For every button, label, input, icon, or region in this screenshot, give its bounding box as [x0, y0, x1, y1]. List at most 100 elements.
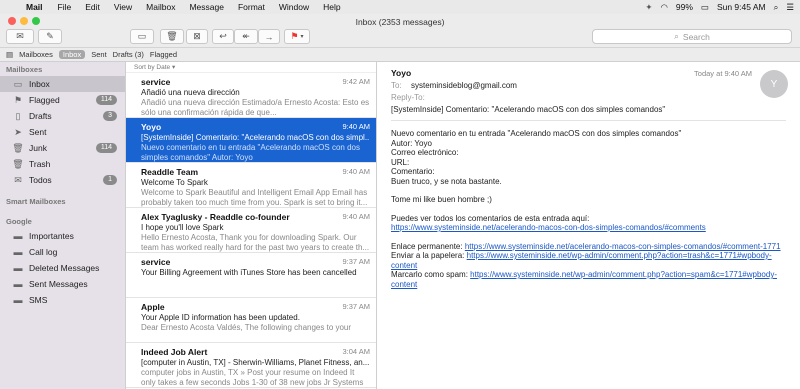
sort-label: Sort by Date	[134, 64, 171, 71]
avatar: Y	[760, 70, 788, 98]
toolbar: Inbox (2353 messages) ✉ ✎ ▭ 🗑 ⊠ ↩ ↞ → ⚑ ▾…	[0, 14, 800, 48]
fav-inbox[interactable]: Inbox	[58, 50, 86, 59]
sidebar-item-todos[interactable]: ✉ Todos 1	[0, 172, 125, 188]
junk-button[interactable]: ⊠	[186, 29, 208, 44]
message-row[interactable]: Apple 9:37 AM Your Apple ID information …	[126, 298, 376, 343]
forward-icon: →	[264, 31, 274, 42]
sidebar-item-deleted-messages[interactable]: ▬ Deleted Messages	[0, 260, 125, 276]
mailboxes-toggle-icon[interactable]: ▤	[6, 50, 13, 59]
sidebar-item-label: Junk	[29, 143, 47, 153]
list-icon[interactable]: ☰	[786, 2, 794, 13]
message-row-selected[interactable]: Yoyo 9:40 AM [SystemInside] Comentario: …	[126, 118, 376, 163]
sidebar-item-inbox[interactable]: ▭ Inbox	[0, 76, 125, 92]
fav-sent[interactable]: Sent	[91, 50, 106, 59]
divider	[391, 120, 786, 121]
comments-link[interactable]: https://www.systeminside.net/acelerando-…	[391, 223, 706, 232]
forward-button[interactable]: →	[258, 29, 280, 44]
message-row[interactable]: Indeed Job Alert 3:04 AM [computer in Au…	[126, 343, 376, 388]
sidebar-item-flagged[interactable]: ⚑ Flagged 114	[0, 92, 125, 108]
sidebar-item-sent[interactable]: ➤ Sent	[0, 124, 125, 140]
body-line: Autor: Yoyo	[391, 138, 432, 148]
message-preview: Dear Ernesto Acosta Valdés, The followin…	[141, 323, 352, 332]
menu-edit[interactable]: Edit	[78, 2, 107, 12]
delete-button[interactable]: 🗑	[160, 29, 184, 44]
battery-icon[interactable]: ▭	[701, 2, 709, 13]
folder-icon: ▬	[13, 295, 23, 305]
google-header[interactable]: Google	[0, 214, 125, 228]
window-title: Inbox (2353 messages)	[355, 17, 445, 27]
body-line: Correo electrónico:	[391, 148, 459, 157]
smart-mailboxes-header[interactable]: Smart Mailboxes	[0, 194, 125, 208]
message-row[interactable]: Alex Tyaglusky - Readdle co-founder 9:40…	[126, 208, 376, 253]
message-time: 3:04 AM	[342, 347, 370, 356]
message-time: 9:40 AM	[342, 122, 370, 131]
message-row[interactable]: service 9:37 AM Your Billing Agreement w…	[126, 253, 376, 298]
message-from: Readdle Team	[141, 167, 199, 177]
sidebar-item-sms[interactable]: ▬ SMS	[0, 292, 125, 308]
sort-by-control[interactable]: Sort by Date ▾	[126, 62, 376, 73]
sidebar-item-sent-messages[interactable]: ▬ Sent Messages	[0, 276, 125, 292]
message-row[interactable]: service 9:42 AM Añadió una nueva direcci…	[126, 73, 376, 118]
menu-format[interactable]: Format	[231, 2, 272, 12]
get-mail-button[interactable]: ✉	[6, 29, 34, 44]
reply-button[interactable]: ↩	[212, 29, 234, 44]
sidebar-item-trash[interactable]: 🗑 Trash	[0, 156, 125, 172]
menu-file[interactable]: File	[51, 2, 79, 12]
menu-mailbox[interactable]: Mailbox	[139, 2, 182, 12]
message-preview: computer jobs in Austin, TX » Post your …	[141, 368, 364, 387]
menu-help[interactable]: Help	[316, 2, 347, 12]
message-row[interactable]: Readdle Team 9:40 AM Welcome To Spark We…	[126, 163, 376, 208]
sidebar-item-label: Call log	[29, 247, 58, 257]
compose-icon: ✎	[46, 31, 54, 41]
sidebar-item-drafts[interactable]: ▯ Drafts 3	[0, 108, 125, 124]
message-subject-header: [SystemInside] Comentario: "Acelerando m…	[391, 105, 666, 114]
sidebar-item-junk[interactable]: 🗑 Junk 114	[0, 140, 125, 156]
compose-button[interactable]: ✎	[38, 29, 62, 44]
clock[interactable]: Sun 9:45 AM	[717, 2, 766, 12]
menu-window[interactable]: Window	[272, 2, 316, 12]
folder-icon: ▬	[13, 247, 23, 257]
fav-drafts[interactable]: Drafts (3)	[113, 50, 144, 59]
message-subject: I hope you'll love Spark	[141, 223, 224, 232]
fav-mailboxes[interactable]: Mailboxes	[19, 50, 53, 59]
twitter-icon[interactable]: ✦	[645, 2, 652, 13]
search-placeholder: Search	[682, 31, 710, 42]
archive-icon: ▭	[137, 31, 147, 41]
message-subject: [computer in Austin, TX] - Sherwin-Willi…	[141, 358, 370, 367]
sidebar-item-importantes[interactable]: ▬ Importantes	[0, 228, 125, 244]
message-time: 9:37 AM	[342, 302, 370, 311]
envelope-icon: ✉	[14, 174, 22, 185]
sidebar-item-label: Deleted Messages	[29, 263, 100, 273]
fav-flagged[interactable]: Flagged	[150, 50, 177, 59]
sidebar-item-call-log[interactable]: ▬ Call log	[0, 244, 125, 260]
menu-app[interactable]: Mail	[22, 2, 51, 12]
count-badge: 3	[103, 111, 117, 121]
permalink-link[interactable]: https://www.systeminside.net/acelerando-…	[465, 242, 781, 251]
search-icon[interactable]: ⌕	[774, 2, 779, 13]
message-subject: Añadió una nueva dirección	[141, 88, 240, 97]
count-badge: 114	[95, 95, 117, 105]
reply-icon: ↩	[219, 31, 227, 41]
message-preview: Hello Ernesto Acosta, Thank you for down…	[141, 233, 370, 252]
body-line: Comentario:	[391, 167, 435, 176]
message-preview: Welcome to Spark Beautiful and Intellige…	[141, 188, 368, 207]
flag-button[interactable]: ⚑ ▾	[284, 29, 310, 44]
search-field[interactable]: ⌕ Search	[592, 29, 792, 44]
envelope-icon: ✉	[16, 31, 24, 41]
reply-all-button[interactable]: ↞	[234, 29, 258, 44]
archive-button[interactable]: ▭	[130, 29, 154, 44]
message-header: Yoyo Today at 9:40 AM Y To: systeminsideb…	[391, 68, 788, 114]
wifi-icon[interactable]: ◠	[660, 2, 667, 13]
message-time: 9:37 AM	[342, 257, 370, 266]
menu-message[interactable]: Message	[182, 2, 231, 12]
sidebar: Mailboxes ▭ Inbox ⚑ Flagged 114 ▯ Drafts…	[0, 62, 126, 389]
menu-view[interactable]: View	[107, 2, 139, 12]
folder-icon: ▬	[13, 231, 23, 241]
junk-icon: ⊠	[193, 31, 201, 41]
message-time: 9:40 AM	[342, 212, 370, 221]
message-from: Indeed Job Alert	[141, 347, 208, 357]
to-value[interactable]: systeminsideblog@gmail.com	[411, 81, 517, 90]
sidebar-item-label: SMS	[29, 295, 48, 305]
sidebar-item-label: Sent Messages	[29, 279, 88, 289]
sidebar-item-label: Importantes	[29, 231, 74, 241]
